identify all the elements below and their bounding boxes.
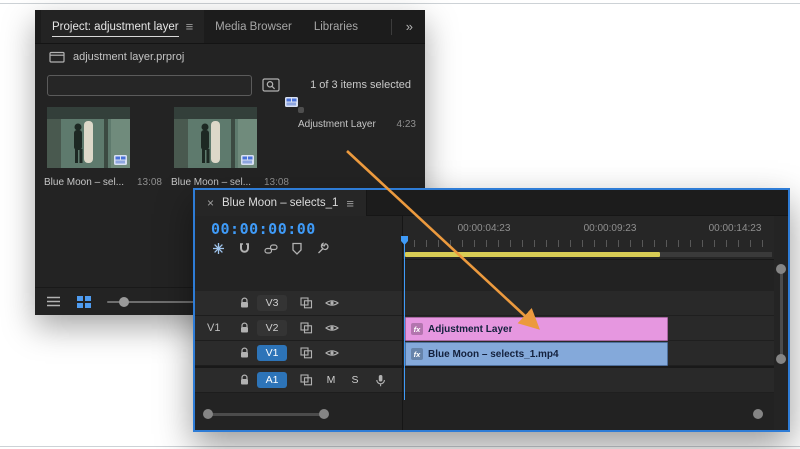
sync-lock-icon[interactable] <box>299 347 313 359</box>
nest-sequences-icon[interactable] <box>212 242 225 255</box>
scrollbar-handle[interactable] <box>753 409 763 419</box>
clip-duration: 13:08 <box>263 177 289 188</box>
work-area-bar-rest <box>660 252 772 257</box>
clip-name: Blue Moon – sel... <box>171 177 252 188</box>
tab-media-browser-label: Media Browser <box>215 20 292 33</box>
page-rule-top <box>0 3 800 4</box>
panel-menu-icon[interactable]: ≡ <box>186 19 194 34</box>
ruler-label: 00:00:14:23 <box>708 223 762 234</box>
mute-button[interactable]: M <box>319 374 343 386</box>
timeline-tab-bar: × Blue Moon – selects_1 ≡ <box>195 190 788 216</box>
breadcrumb[interactable]: adjustment layer.prproj <box>35 44 425 70</box>
lock-icon[interactable] <box>239 297 250 309</box>
track-output-eye-icon[interactable] <box>325 298 339 308</box>
lock-icon[interactable] <box>239 322 250 334</box>
tab-project-label: Project: adjustment layer <box>52 21 179 37</box>
search-input[interactable] <box>47 74 252 96</box>
tab-bar-divider <box>390 18 392 35</box>
sync-lock-icon[interactable] <box>299 297 313 309</box>
vertical-scrollbar[interactable] <box>776 264 786 364</box>
timeline-settings-wrench-icon[interactable] <box>316 242 329 255</box>
playhead-timecode[interactable]: 00:00:00:00 <box>211 220 316 238</box>
track-content-v3[interactable] <box>403 291 774 316</box>
clip-name: Blue Moon – sel... <box>44 177 125 188</box>
search-bin-icon[interactable] <box>262 78 280 92</box>
page-rule-bottom <box>0 446 800 447</box>
horizontal-scrollbar-thumb[interactable] <box>207 413 325 416</box>
track-header-v2: V1 V2 <box>195 316 402 341</box>
solo-button[interactable]: S <box>343 374 367 386</box>
project-item-grid: Blue Moon – sel... 13:08 Blue Moon – sel… <box>35 97 425 188</box>
track-target-button-targeted[interactable]: A1 <box>257 372 287 388</box>
track-target-button[interactable]: V2 <box>257 320 287 336</box>
sync-lock-icon[interactable] <box>299 374 313 386</box>
panel-overflow-chevron-icon[interactable]: » <box>400 19 419 34</box>
snap-magnet-icon[interactable] <box>238 242 251 255</box>
source-patch-v1[interactable]: V1 <box>195 322 233 334</box>
horizontal-zoom-scrollbar[interactable] <box>203 409 763 420</box>
project-tab-bar: Project: adjustment layer ≡ Media Browse… <box>35 10 425 44</box>
panel-menu-icon[interactable]: ≡ <box>346 196 354 211</box>
video-clip[interactable]: fx Blue Moon – selects_1.mp4 <box>405 342 668 366</box>
list-item: Blue Moon – sel... 13:08 <box>44 104 165 188</box>
thumbnail-zoom-slider <box>107 296 195 307</box>
close-icon[interactable]: × <box>207 196 214 210</box>
tab-libraries[interactable]: Libraries <box>303 10 369 43</box>
ruler-label: 00:00:09:23 <box>583 223 637 234</box>
tab-project[interactable]: Project: adjustment layer ≡ <box>41 10 205 43</box>
zoom-slider-handle[interactable] <box>119 296 129 307</box>
scrollbar-handle[interactable] <box>319 409 329 419</box>
icon-view-icon[interactable] <box>77 295 91 308</box>
lock-icon[interactable] <box>239 347 250 359</box>
fx-badge-icon: fx <box>411 348 423 360</box>
clip-thumbnail[interactable] <box>47 107 130 168</box>
project-search-row: 1 of 3 items selected <box>35 70 425 100</box>
track-header-v1: V1 <box>195 341 402 366</box>
clip-thumbnail[interactable] <box>174 107 257 168</box>
clip-badge-icon <box>114 155 127 165</box>
track-header-a1: A1 M S <box>195 368 402 393</box>
timeline-ruler[interactable]: 00:00:04:23 00:00:09:23 00:00:14:23 <box>402 216 774 260</box>
list-item: Blue Moon – sel... 13:08 <box>171 104 292 188</box>
clip-name: Adjustment Layer <box>298 119 376 130</box>
clip-duration: 4:23 <box>396 119 416 130</box>
playhead-line[interactable] <box>404 244 405 400</box>
tab-sequence[interactable]: × Blue Moon – selects_1 ≡ <box>195 190 367 216</box>
sync-lock-icon[interactable] <box>299 322 313 334</box>
scrollbar-handle[interactable] <box>776 354 786 364</box>
track-output-eye-icon[interactable] <box>325 323 339 333</box>
tab-libraries-label: Libraries <box>313 20 358 33</box>
track-output-eye-icon[interactable] <box>325 348 339 358</box>
scrollbar-handle[interactable] <box>776 264 786 274</box>
clip-label: Adjustment Layer <box>428 323 513 335</box>
tab-media-browser[interactable]: Media Browser <box>204 10 303 43</box>
clip-label: Blue Moon – selects_1.mp4 <box>428 348 559 360</box>
selection-status: 1 of 3 items selected <box>310 79 411 91</box>
add-marker-icon[interactable] <box>291 242 303 255</box>
track-content-a1[interactable] <box>403 368 774 393</box>
bin-icon <box>49 51 65 63</box>
ruler-ticks <box>402 240 774 247</box>
vertical-scrollbar-thumb[interactable] <box>779 268 783 360</box>
scrollbar-handle[interactable] <box>203 409 213 419</box>
timeline-panel: × Blue Moon – selects_1 ≡ 00:00:00:00 00… <box>193 188 790 432</box>
list-item-selected: Adjustment Layer 4:23 <box>285 97 419 188</box>
voiceover-mic-icon[interactable] <box>375 374 386 387</box>
ruler-label: 00:00:04:23 <box>457 223 511 234</box>
adjustment-layer-clip[interactable]: fx Adjustment Layer <box>405 317 668 341</box>
track-target-button-targeted[interactable]: V1 <box>257 345 287 361</box>
lock-icon[interactable] <box>239 374 250 386</box>
work-area-bar[interactable] <box>405 252 660 257</box>
sequence-tab-label: Blue Moon – selects_1 <box>222 197 339 209</box>
clip-badge-icon <box>241 155 254 165</box>
breadcrumb-label: adjustment layer.prproj <box>73 51 185 63</box>
clip-duration: 13:08 <box>136 177 162 188</box>
list-view-icon[interactable] <box>46 296 61 307</box>
fx-badge-icon: fx <box>411 323 423 335</box>
track-header-v3: V3 <box>195 291 402 316</box>
timeline-toolbar <box>212 242 329 255</box>
track-target-button[interactable]: V3 <box>257 295 287 311</box>
linked-selection-icon[interactable] <box>264 243 278 255</box>
